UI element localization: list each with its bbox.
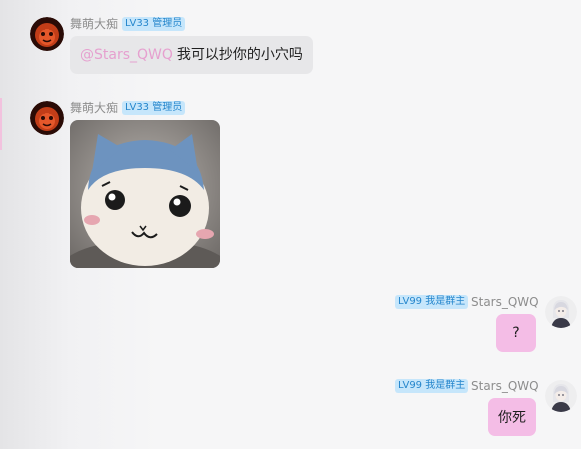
avatar[interactable] (30, 101, 64, 135)
message-text: 我可以抄你的小穴吗 (176, 47, 303, 63)
sticker-image[interactable] (70, 120, 220, 268)
avatar[interactable] (30, 17, 64, 51)
sender-name[interactable]: 舞萌大痴 (70, 101, 118, 115)
avatar[interactable] (545, 380, 577, 412)
level-badge: LV33 管理员 (122, 17, 186, 31)
avatar[interactable] (545, 296, 577, 328)
unread-indicator (0, 98, 2, 150)
level-badge: LV99 我是群主 (395, 379, 469, 393)
message-text: 你死 (498, 410, 526, 426)
level-badge: LV99 我是群主 (395, 295, 469, 309)
sender-name[interactable]: Stars_QWQ (471, 295, 539, 309)
level-badge: LV33 管理员 (122, 101, 186, 115)
mention-link[interactable]: @Stars_QWQ (80, 46, 173, 64)
message-bubble[interactable]: @Stars_QWQ 我可以抄你的小穴吗 (70, 36, 313, 74)
message-bubble[interactable]: ? (496, 314, 536, 352)
sender-name[interactable]: Stars_QWQ (471, 379, 539, 393)
sender-name[interactable]: 舞萌大痴 (70, 17, 118, 31)
message-text: ? (512, 325, 520, 341)
message-bubble[interactable]: 你死 (488, 398, 536, 436)
